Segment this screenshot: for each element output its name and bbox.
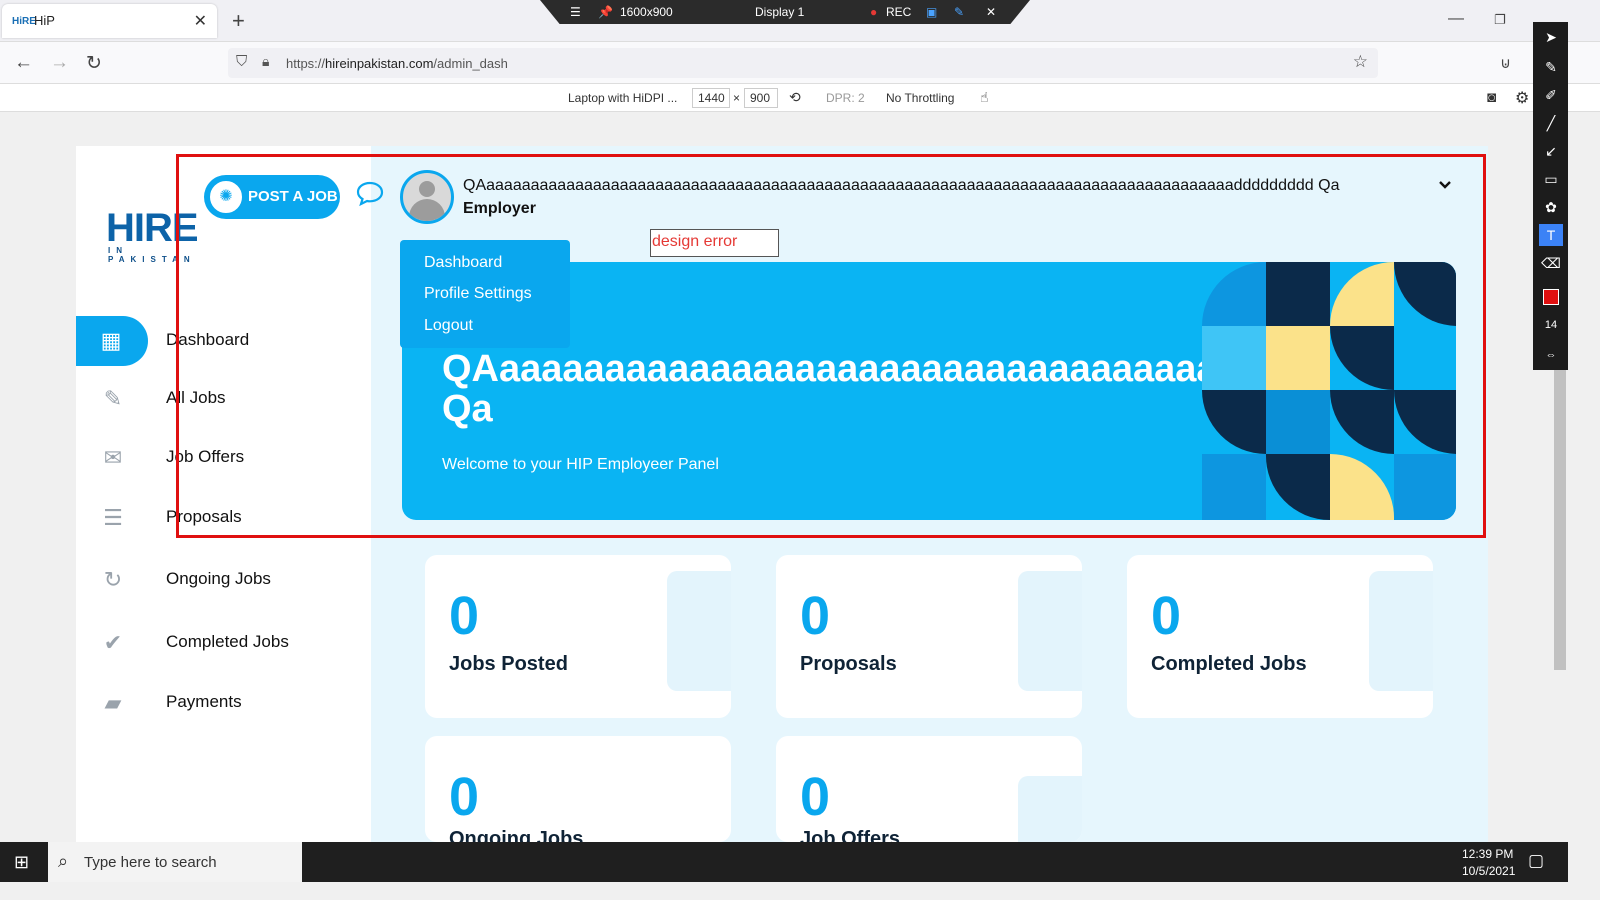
stat-label: Jobs Posted	[449, 653, 568, 675]
eraser-icon[interactable]: ⌫	[1539, 252, 1563, 274]
restore-icon[interactable]: ❐	[1494, 12, 1506, 28]
taskbar-search-box[interactable]: ⌕ Type here to search	[48, 842, 302, 882]
recorder-display: Display 1	[755, 5, 805, 19]
screen-recorder-bar: ☰ 📌 1600x900 Display 1 ● REC ▣ ✎ ✕	[540, 0, 1030, 24]
sidebar-item-ongoing-jobs[interactable]: ↻ Ongoing Jobs	[76, 555, 371, 605]
camera-icon[interactable]: ▣	[926, 5, 937, 19]
stat-card-jobs-posted[interactable]: 0 Jobs Posted	[425, 555, 731, 718]
stat-card-ongoing-jobs[interactable]: 0 Ongoing Jobs	[425, 736, 731, 842]
pen-icon[interactable]: ✎	[954, 5, 964, 19]
settings-gear-icon[interactable]: ⚙	[1515, 88, 1529, 108]
bookmark-star-icon[interactable]: ☆	[1353, 52, 1368, 72]
sidebar-item-label: Ongoing Jobs	[166, 569, 271, 588]
device-select[interactable]: Laptop with HiDPI ...	[568, 91, 677, 105]
hip-favicon-icon: HiRE	[12, 16, 36, 27]
dpr-select[interactable]: DPR: 2	[826, 91, 865, 105]
refresh-icon: ↻	[103, 567, 123, 592]
stat-card-proposals[interactable]: 0 Proposals	[776, 555, 1082, 718]
new-tab-button[interactable]: +	[232, 8, 245, 34]
annotation-rectangle	[176, 154, 1486, 538]
stat-label: Completed Jobs	[1151, 653, 1307, 675]
recorder-close-icon[interactable]: ✕	[986, 5, 996, 19]
notification-icon[interactable]: ▢	[1528, 851, 1544, 871]
clock-time: 12:39 PM	[1462, 847, 1514, 861]
rotate-icon[interactable]: ⟲	[789, 89, 801, 106]
stat-card-completed-jobs[interactable]: 0 Completed Jobs	[1127, 555, 1433, 718]
menu-icon[interactable]: ☰	[570, 5, 581, 19]
check-circle-icon: ✔	[103, 630, 123, 655]
text-tool-icon[interactable]: T	[1539, 224, 1563, 246]
forward-arrow-icon[interactable]: →	[50, 52, 69, 74]
wallet-icon: ▰	[104, 690, 122, 715]
back-arrow-icon[interactable]: ←	[14, 52, 33, 74]
invoice-icon	[1369, 571, 1433, 691]
stat-value: 0	[449, 767, 480, 827]
throttling-select[interactable]: No Throttling	[886, 91, 954, 105]
document-edit-icon: ✎	[103, 386, 123, 411]
browser-tab[interactable]: HiRE HiP ✕	[2, 4, 217, 38]
windows-start-icon[interactable]: ⊞	[14, 852, 29, 873]
annotation-toolbar: ➤ ✎ ✐ ╱ ↙ ▭ ✿ T ⌫ 14 ⇔	[1533, 22, 1568, 370]
sidebar-item-label: Completed Jobs	[166, 632, 289, 651]
line-icon[interactable]: ╱	[1539, 112, 1563, 134]
expand-arrows-icon[interactable]: ⇔	[1539, 344, 1563, 366]
clock-date: 10/5/2021	[1462, 864, 1516, 878]
tab-title: HiP	[34, 13, 55, 28]
font-size-value[interactable]: 14	[1539, 314, 1563, 336]
stat-value: 0	[800, 767, 831, 827]
taskbar-search-placeholder: Type here to search	[84, 854, 217, 871]
reload-icon[interactable]: ↻	[86, 52, 102, 75]
grid-icon: ▦	[100, 328, 122, 353]
close-tab-icon[interactable]: ✕	[194, 11, 207, 31]
pin-icon[interactable]: 📌	[598, 5, 613, 19]
minimize-icon[interactable]: —	[1448, 10, 1464, 28]
screenshot-icon[interactable]: ◙	[1487, 89, 1496, 106]
red-color-icon	[1543, 289, 1559, 305]
document-icon	[667, 571, 731, 691]
url-path: /admin_dash	[433, 56, 508, 71]
stat-value: 0	[1151, 586, 1182, 646]
url-prefix: https://	[286, 56, 326, 71]
recorder-rec-label[interactable]: REC	[886, 5, 911, 19]
pocket-icon[interactable]: ⊍	[1500, 54, 1511, 72]
url-text: https://hireinpakistan.com/admin_dash	[286, 56, 508, 71]
browser-tab-bar: HiRE HiP ✕ + ☰ 📌 1600x900 Display 1 ● RE…	[0, 0, 1600, 42]
lock-icon[interactable]: 🔒︎	[262, 53, 269, 70]
list-doc-icon: ☰	[103, 505, 123, 530]
stat-label: Ongoing Jobs	[449, 828, 584, 842]
sidebar-item-label: Payments	[166, 692, 242, 711]
stat-label: Proposals	[800, 653, 897, 675]
marker-icon[interactable]: ✐	[1539, 84, 1563, 106]
rectangle-icon[interactable]: ▭	[1539, 168, 1563, 190]
envelope-icon: ✉	[103, 445, 123, 470]
url-domain: hireinpakistan.com	[325, 56, 434, 71]
viewport-height-input[interactable]: 900	[744, 88, 778, 108]
palette-icon[interactable]: ✿	[1539, 196, 1563, 218]
color-swatch[interactable]	[1539, 286, 1563, 308]
dimension-separator: ×	[733, 91, 741, 105]
sidebar-item-completed-jobs[interactable]: ✔ Completed Jobs	[76, 618, 371, 668]
sidebar-item-payments[interactable]: ▰ Payments	[76, 678, 371, 728]
viewport-width-input[interactable]: 1440	[692, 88, 730, 108]
envelope-icon	[1018, 571, 1082, 691]
responsive-design-toolbar: Laptop with HiDPI ... 1440 × 900 ⟲ DPR: …	[0, 84, 1600, 112]
stat-value: 0	[449, 586, 480, 646]
wallet-icon	[1018, 776, 1082, 842]
address-bar[interactable]: ⛉ 🔒︎ https://hireinpakistan.com/admin_da…	[228, 48, 1378, 78]
search-icon: ⌕	[58, 851, 69, 871]
browser-nav-bar: ← → ↻ ⛉ 🔒︎ https://hireinpakistan.com/ad…	[0, 42, 1600, 84]
pencil-icon[interactable]: ✎	[1539, 56, 1563, 78]
arrow-icon[interactable]: ↙	[1539, 140, 1563, 162]
record-dot-icon: ●	[870, 5, 878, 19]
stat-value: 0	[800, 586, 831, 646]
stat-label: Job Offers	[800, 828, 901, 842]
stat-card-job-offers[interactable]: 0 Job Offers	[776, 736, 1082, 842]
recorder-resolution: 1600x900	[620, 5, 673, 19]
touch-icon[interactable]: ☝	[980, 89, 989, 106]
shield-icon[interactable]: ⛉	[236, 53, 247, 70]
scrollbar-thumb[interactable]	[1554, 362, 1566, 670]
cursor-icon[interactable]: ➤	[1539, 26, 1563, 48]
taskbar-clock[interactable]: 12:39 PM 10/5/2021	[1462, 846, 1515, 880]
windows-taskbar: ⊞ ⌕ Type here to search 12:39 PM 10/5/20…	[0, 842, 1568, 882]
